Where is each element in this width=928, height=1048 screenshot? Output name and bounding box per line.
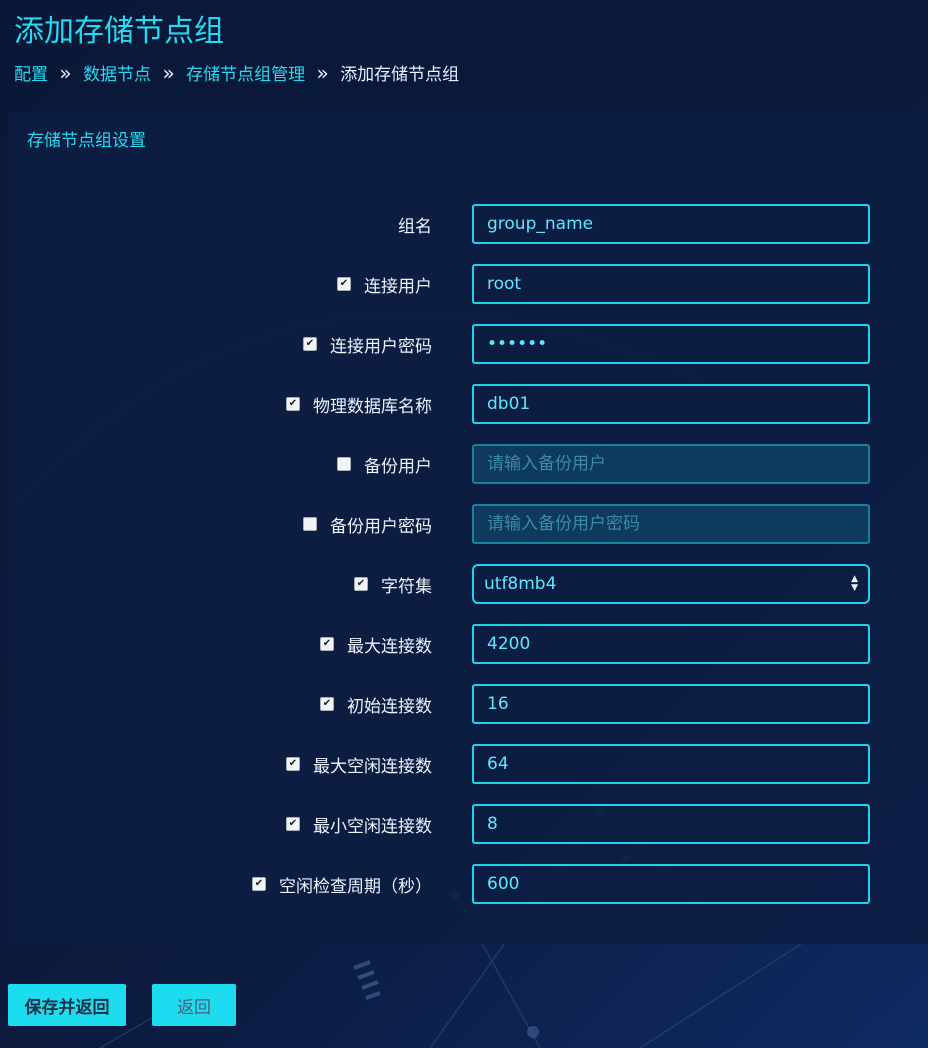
idle-check-input[interactable] <box>472 864 870 904</box>
form-row-init-conn: ✔ 初始连接数 <box>8 684 928 724</box>
init-conn-checkbox[interactable]: ✔ <box>320 697 334 711</box>
db-name-checkbox[interactable]: ✔ <box>286 397 300 411</box>
panel-title: 存储节点组设置 <box>27 131 146 151</box>
form-row-max-idle: ✔ 最大空闲连接数 <box>8 744 928 784</box>
backup-user-label: 备份用户 <box>364 456 432 477</box>
backup-user-checkbox[interactable] <box>337 457 351 471</box>
db-name-label: 物理数据库名称 <box>313 396 432 417</box>
breadcrumb-link-data-nodes[interactable]: 数据节点 <box>83 65 151 85</box>
breadcrumb-link-storage-group-management[interactable]: 存储节点组管理 <box>186 65 305 85</box>
form-row-group-name: 组名 <box>8 204 928 244</box>
max-idle-label: 最大空闲连接数 <box>313 756 432 777</box>
breadcrumb-separator-icon: » <box>59 61 72 85</box>
conn-password-input[interactable] <box>472 324 870 364</box>
max-conn-checkbox[interactable]: ✔ <box>320 637 334 651</box>
charset-label: 字符集 <box>381 576 432 597</box>
conn-user-label: 连接用户 <box>364 276 432 297</box>
back-button[interactable]: 返回 <box>152 984 236 1026</box>
idle-check-label: 空闲检查周期（秒） <box>279 876 432 897</box>
max-idle-checkbox[interactable]: ✔ <box>286 757 300 771</box>
backup-password-checkbox[interactable] <box>303 517 317 531</box>
idle-check-checkbox[interactable]: ✔ <box>252 877 266 891</box>
page-title: 添加存储节点组 <box>14 14 224 49</box>
charset-select[interactable]: utf8mb4 ▲ ▼ <box>472 564 870 604</box>
max-conn-label: 最大连接数 <box>347 636 432 657</box>
max-idle-input[interactable] <box>472 744 870 784</box>
conn-password-label: 连接用户密码 <box>330 336 432 357</box>
settings-panel: 存储节点组设置 组名 ✔ 连接用户 ✔ 连接用户密码 ✔ 物理数据库名称 <box>8 112 928 944</box>
backup-user-input[interactable] <box>472 444 870 484</box>
form-row-conn-password: ✔ 连接用户密码 <box>8 324 928 364</box>
breadcrumb-separator-icon: » <box>316 61 329 85</box>
group-name-input[interactable] <box>472 204 870 244</box>
db-name-input[interactable] <box>472 384 870 424</box>
charset-checkbox[interactable]: ✔ <box>354 577 368 591</box>
form-row-idle-check: ✔ 空闲检查周期（秒） <box>8 864 928 904</box>
min-idle-label: 最小空闲连接数 <box>313 816 432 837</box>
max-conn-input[interactable] <box>472 624 870 664</box>
form-row-backup-user: 备份用户 <box>8 444 928 484</box>
select-arrows-icon: ▲ ▼ <box>851 574 858 593</box>
group-name-label: 组名 <box>398 216 432 237</box>
form-row-charset: ✔ 字符集 utf8mb4 ▲ ▼ <box>8 564 928 604</box>
min-idle-checkbox[interactable]: ✔ <box>286 817 300 831</box>
form-row-backup-password: 备份用户密码 <box>8 504 928 544</box>
backup-password-input[interactable] <box>472 504 870 544</box>
min-idle-input[interactable] <box>472 804 870 844</box>
form-row-db-name: ✔ 物理数据库名称 <box>8 384 928 424</box>
breadcrumb-link-config[interactable]: 配置 <box>14 65 48 85</box>
save-and-return-button[interactable]: 保存并返回 <box>8 984 126 1026</box>
form-row-min-idle: ✔ 最小空闲连接数 <box>8 804 928 844</box>
form-row-conn-user: ✔ 连接用户 <box>8 264 928 304</box>
breadcrumb-current: 添加存储节点组 <box>340 65 460 85</box>
breadcrumb: 配置 » 数据节点 » 存储节点组管理 » 添加存储节点组 <box>14 60 459 85</box>
backup-password-label: 备份用户密码 <box>330 516 432 537</box>
conn-password-checkbox[interactable]: ✔ <box>303 337 317 351</box>
form-row-max-conn: ✔ 最大连接数 <box>8 624 928 664</box>
conn-user-checkbox[interactable]: ✔ <box>337 277 351 291</box>
charset-selected-value: utf8mb4 <box>484 574 557 594</box>
breadcrumb-separator-icon: » <box>162 61 175 85</box>
init-conn-input[interactable] <box>472 684 870 724</box>
init-conn-label: 初始连接数 <box>347 696 432 717</box>
conn-user-input[interactable] <box>472 264 870 304</box>
